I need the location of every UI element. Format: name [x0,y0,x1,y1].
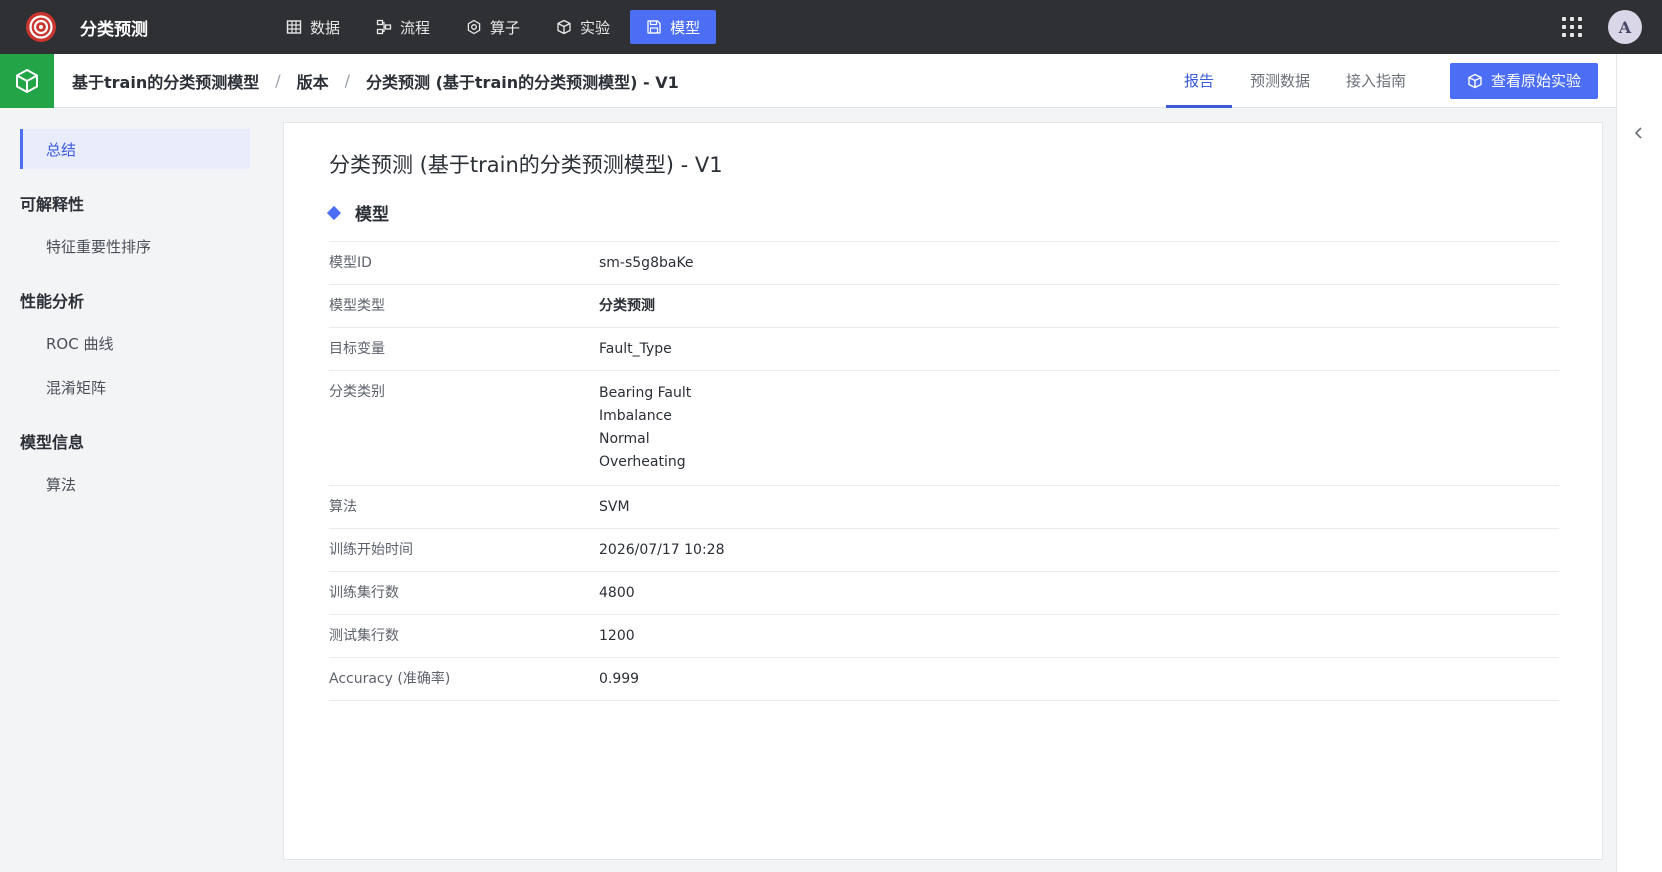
diamond-icon [326,205,342,220]
row-value: SVM [599,499,630,515]
row-label: 目标变量 [329,341,385,357]
class-item: Overheating [599,454,686,470]
breadcrumb-separator: / [275,71,281,90]
top-right-controls: A [1562,10,1642,44]
table-row: 算法 SVM [329,486,1559,529]
row-label: 算法 [329,499,357,515]
row-value: 2026/07/17 10:28 [599,542,725,558]
row-label: Accuracy (准确率) [329,671,451,687]
workflow-icon [376,19,392,35]
sidebar-group-performance: 性能分析 [20,292,85,311]
sidebar-item-confusion-matrix[interactable]: 混淆矩阵 [46,377,106,398]
breadcrumb: 基于train的分类预测模型 / 版本 / 分类预测 (基于train的分类预测… [72,69,679,93]
class-item: Normal [599,431,650,447]
breadcrumb-separator: / [344,71,351,90]
row-label: 模型ID [329,255,372,271]
table-row: 目标变量 Fault_Type [329,328,1559,371]
operator-icon [467,19,481,35]
table-row: 模型类型 分类预测 [329,285,1559,328]
sidebar-item-algorithm[interactable]: 算法 [46,474,76,495]
right-panel-collapse[interactable] [1616,54,1662,872]
nav-item-label: 实验 [580,18,611,37]
page-title: 分类预测 (基于train的分类预测模型) - V1 [329,153,723,177]
sidebar-group-model-info: 模型信息 [20,433,85,452]
nav-item-label: 流程 [400,18,431,37]
breadcrumb-versions[interactable]: 版本 [297,69,329,93]
row-label: 训练集行数 [329,585,399,601]
sidebar-item-feature-importance[interactable]: 特征重要性排序 [46,236,151,257]
sidebar-item-roc-curve[interactable]: ROC 曲线 [46,333,113,354]
apps-grid-icon[interactable] [1562,17,1582,37]
row-value: 1200 [599,628,635,644]
view-experiment-button[interactable]: 查看原始实验 [1449,62,1598,99]
report-tabs: 报告 预测数据 接入指南 [1165,54,1424,108]
nav-item-label: 算子 [490,18,521,37]
nav-item-workflow[interactable]: 流程 [360,10,446,44]
table-row: Accuracy (准确率) 0.999 [329,658,1559,701]
class-item: Imbalance [599,408,672,424]
report-card: 分类预测 (基于train的分类预测模型) - V1 模型 模型ID sm-s5… [283,122,1603,860]
save-icon [647,20,661,34]
nav-item-data[interactable]: 数据 [270,10,356,44]
table-row: 模型ID sm-s5g8baKe [329,242,1559,285]
tab-prediction-data[interactable]: 预测数据 [1232,54,1328,108]
row-value: Fault_Type [599,341,672,357]
cube-icon [16,68,38,93]
nav-item-operator[interactable]: 算子 [450,10,536,44]
app-title: 分类预测 [80,19,148,40]
report-sidebar: 总结 可解释性 特征重要性排序 性能分析 ROC 曲线 混淆矩阵 模型信息 算法 [0,108,270,872]
table-icon [286,20,302,34]
row-value: sm-s5g8baKe [599,255,694,271]
sidebar-group-explainability: 可解释性 [20,195,85,214]
row-value: 0.999 [599,671,640,687]
tab-report[interactable]: 报告 [1165,54,1232,108]
tab-integration-guide[interactable]: 接入指南 [1328,54,1424,108]
model-info-table: 模型ID sm-s5g8baKe 模型类型 分类预测 目标变量 Fault_Ty… [329,241,1559,701]
sidebar-item-summary[interactable]: 总结 [20,129,250,169]
row-label: 分类类别 [329,384,385,400]
row-label: 模型类型 [329,298,385,314]
app-logo-icon[interactable] [21,7,61,47]
main-nav: 数据 流程 算子 实验 模型 [270,0,720,54]
cube-icon [1468,73,1482,88]
chevron-left-icon[interactable] [1633,126,1645,140]
view-experiment-label: 查看原始实验 [1490,72,1581,90]
breadcrumb-model[interactable]: 基于train的分类预测模型 [72,69,259,93]
row-value: 分类预测 [599,298,655,314]
breadcrumb-current: 分类预测 (基于train的分类预测模型) - V1 [366,72,679,92]
row-label: 测试集行数 [329,628,399,644]
nav-item-experiment[interactable]: 实验 [540,10,626,44]
top-navbar: 分类预测 数据 流程 算子 实验 模型 A [0,0,1662,54]
row-value-list: Bearing Fault Imbalance Normal Overheati… [599,382,691,474]
avatar[interactable]: A [1608,10,1642,44]
section-title: 模型 [355,205,389,225]
table-row: 训练开始时间 2026/07/17 10:28 [329,529,1559,572]
sub-header: 基于train的分类预测模型 / 版本 / 分类预测 (基于train的分类预测… [0,53,1616,108]
nav-item-model[interactable]: 模型 [630,10,717,44]
cube-icon [557,19,571,35]
nav-item-label: 模型 [670,18,701,37]
table-row: 训练集行数 4800 [329,572,1559,615]
model-badge [0,53,54,108]
table-row: 测试集行数 1200 [329,615,1559,658]
nav-item-label: 数据 [310,18,341,37]
row-value: 4800 [599,585,635,601]
class-item: Bearing Fault [599,385,692,401]
row-label: 训练开始时间 [329,542,413,558]
table-row: 分类类别 Bearing Fault Imbalance Normal Over… [329,371,1559,486]
section-header: 模型 [326,200,389,225]
